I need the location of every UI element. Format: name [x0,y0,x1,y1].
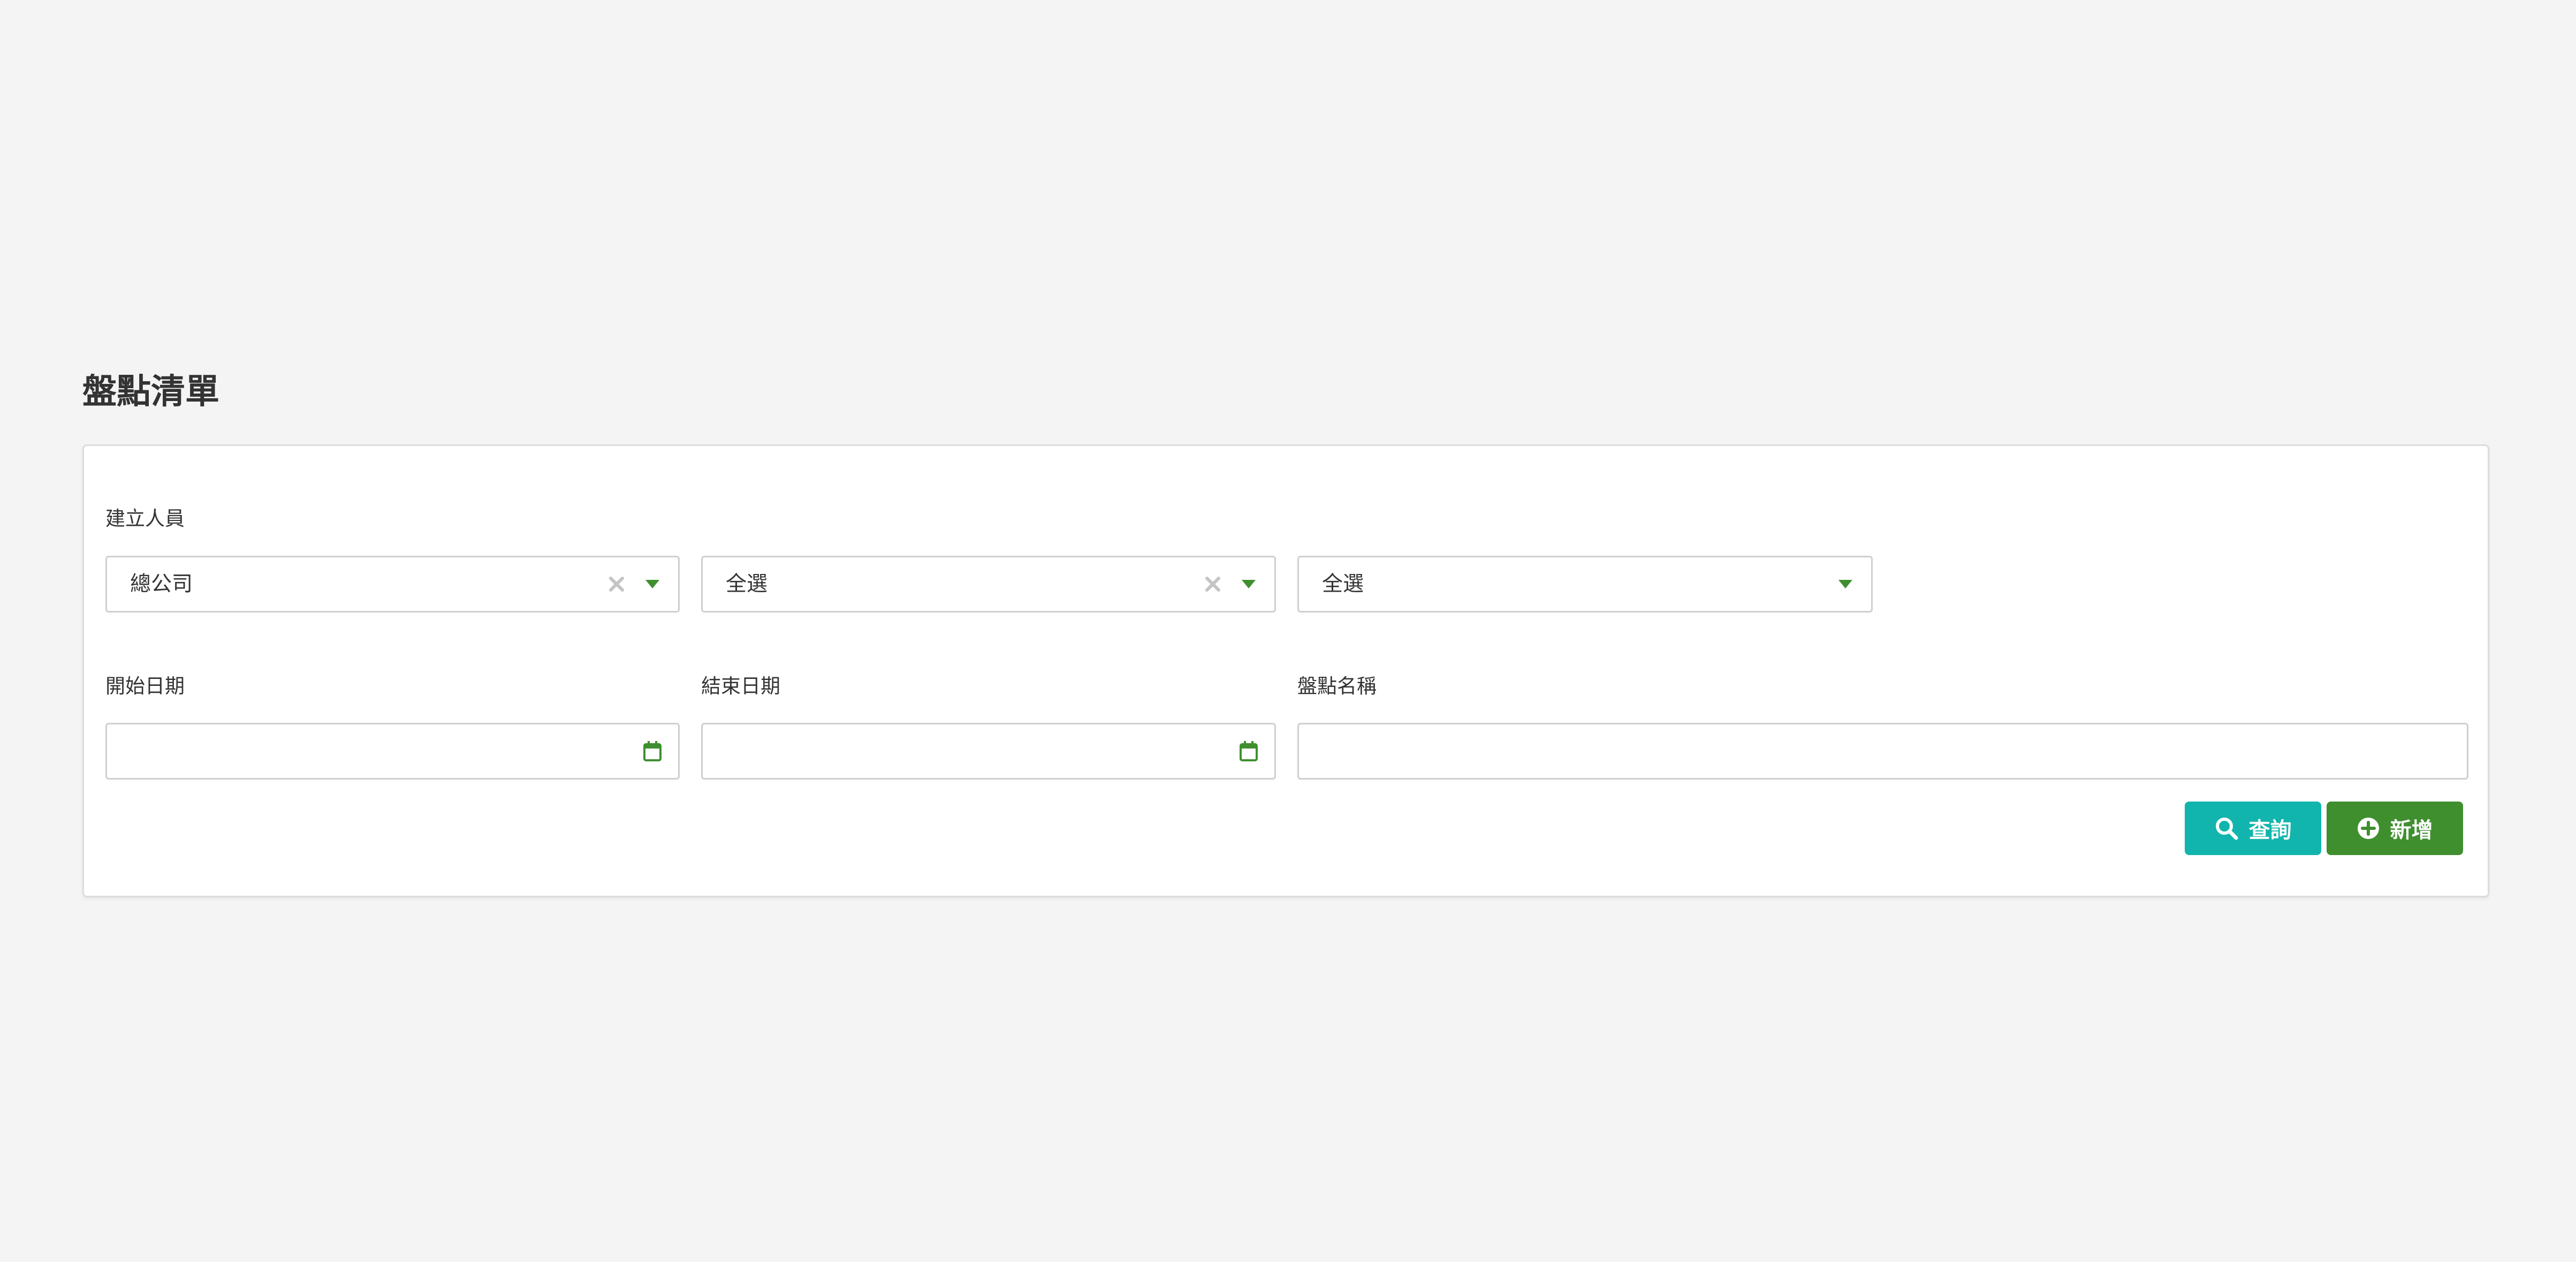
creator-select-value: 全選 [1322,572,1364,596]
department-select-value: 全選 [726,572,768,596]
search-button-label: 查詢 [2248,818,2292,843]
add-button[interactable]: 新增 [2327,802,2463,855]
caret-down-icon[interactable] [1838,580,1852,588]
calendar-icon[interactable] [1239,740,1258,762]
close-icon[interactable] [1203,575,1222,594]
branch-select[interactable]: 總公司 [105,556,680,613]
search-icon [2215,818,2238,840]
start-date-input[interactable] [105,723,680,780]
caret-down-icon[interactable] [645,580,659,588]
calendar-icon[interactable] [643,740,662,762]
stocktake-name-input[interactable] [1297,723,2468,780]
search-button[interactable]: 查詢 [2185,802,2321,855]
department-select[interactable]: 全選 [701,556,1276,613]
page-title: 盤點清單 [82,372,219,412]
filter-card: 建立人員 總公司 全選 全選 開始日期 結束日期 盤點名稱 查詢 新增 [82,444,2489,897]
caret-down-icon[interactable] [1242,580,1256,588]
add-button-label: 新增 [2390,818,2433,843]
close-icon[interactable] [607,575,626,594]
creator-select[interactable]: 全選 [1297,556,1873,613]
start-date-label: 開始日期 [105,675,185,698]
stocktake-name-label: 盤點名稱 [1297,675,1377,698]
creator-label: 建立人員 [105,507,185,530]
end-date-input[interactable] [701,723,1276,780]
branch-select-value: 總公司 [130,572,193,596]
plus-circle-icon [2357,818,2379,839]
end-date-label: 結束日期 [701,675,780,698]
